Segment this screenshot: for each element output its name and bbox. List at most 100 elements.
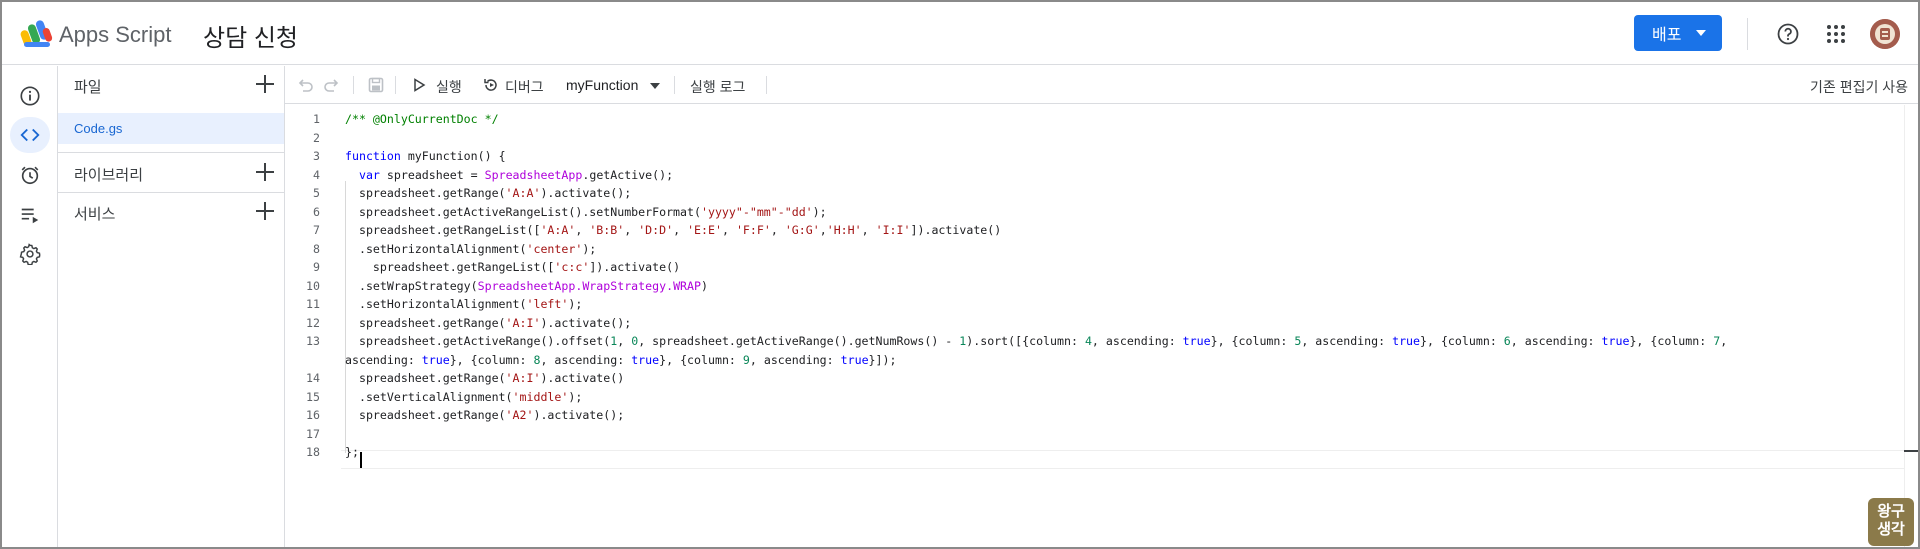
line-number: 8: [313, 241, 320, 256]
code-line[interactable]: 18};: [285, 443, 1918, 461]
save-icon[interactable]: [367, 76, 385, 94]
text-cursor: [360, 452, 362, 468]
line-number: 18: [306, 445, 320, 459]
rail-settings[interactable]: [10, 236, 50, 272]
code-icon: [20, 128, 40, 142]
left-nav-rail: [2, 66, 58, 547]
code-text: };: [345, 445, 359, 459]
editor-toolbar: 실행 디버그 myFunction 실행 로그 기존 편집기 사용: [285, 66, 1918, 104]
code-line[interactable]: ascending: true}, {column: 8, ascending:…: [285, 351, 1918, 369]
gear-icon: [19, 243, 41, 265]
code-line[interactable]: 1 /** @OnlyCurrentDoc */: [285, 110, 1918, 128]
code-line[interactable]: 12 spreadsheet.getRange('A:I').activate(…: [285, 314, 1918, 332]
alarm-icon: [21, 166, 39, 185]
toolbar-divider: [395, 76, 396, 94]
file-name: Code.gs: [74, 121, 123, 136]
channel-watermark: 왕구 생각: [1868, 498, 1914, 546]
app-header: Apps Script 상담 신청 배포: [2, 2, 1918, 65]
code-line[interactable]: 8 .setHorizontalAlignment('center');: [285, 240, 1918, 258]
rail-overview[interactable]: [10, 78, 50, 114]
code-text: .setHorizontalAlignment('left');: [345, 297, 583, 311]
chevron-down-icon[interactable]: [650, 83, 660, 89]
execution-log-button[interactable]: 실행 로그: [690, 77, 745, 97]
code-line[interactable]: 13 spreadsheet.getActiveRange().offset(1…: [285, 332, 1918, 350]
chevron-down-icon: [1696, 30, 1706, 36]
line-number: 17: [306, 426, 320, 441]
code-text: spreadsheet.getActiveRange().offset(1, 0…: [345, 334, 1728, 348]
line-number: 6: [313, 204, 320, 219]
add-library-icon[interactable]: [255, 162, 275, 182]
info-icon: [20, 86, 40, 106]
code-line[interactable]: 5 spreadsheet.getRange('A:A').activate()…: [285, 184, 1918, 202]
watermark-line2: 생각: [1877, 521, 1905, 538]
toolbar-divider: [353, 76, 354, 94]
file-item-code-gs[interactable]: Code.gs: [58, 113, 284, 144]
watermark-line1: 왕구: [1877, 503, 1905, 520]
line-number: 10: [306, 278, 320, 293]
line-number: 12: [306, 315, 320, 330]
line-number: 2: [313, 130, 320, 145]
rail-executions[interactable]: [10, 197, 50, 233]
services-label: 서비스: [74, 206, 116, 223]
add-file-icon[interactable]: [255, 74, 275, 94]
run-button[interactable]: 실행: [436, 77, 462, 97]
line-number: 7: [313, 223, 320, 237]
code-text: spreadsheet.getRange('A:A').activate();: [345, 186, 632, 200]
code-text: ascending: true}, {column: 8, ascending:…: [345, 352, 897, 367]
code-line[interactable]: 4 var spreadsheet = SpreadsheetApp.getAc…: [285, 166, 1918, 184]
brand-name[interactable]: Apps Script: [59, 22, 172, 48]
code-text: var spreadsheet = SpreadsheetApp.getActi…: [358, 167, 674, 182]
deploy-label: 배포: [1652, 27, 1682, 44]
help-icon[interactable]: [1776, 22, 1800, 46]
code-line[interactable]: 2: [285, 129, 1918, 147]
code-line[interactable]: 9 spreadsheet.getRangeList(['c:c']).acti…: [285, 258, 1918, 276]
code-text: function myFunction() {: [345, 149, 506, 163]
toolbar-divider: [674, 76, 675, 94]
executions-icon: [21, 208, 39, 224]
code-line[interactable]: 14 spreadsheet.getRange('A:I').activate(…: [285, 369, 1918, 387]
undo-icon[interactable]: [296, 76, 314, 94]
project-title[interactable]: 상담 신청: [203, 18, 298, 53]
code-line[interactable]: 7 spreadsheet.getRangeList(['A:A', 'B:B'…: [285, 221, 1918, 239]
code-line[interactable]: 16 spreadsheet.getRange('A2').activate()…: [285, 406, 1918, 424]
debug-button[interactable]: 디버그: [505, 77, 544, 97]
legacy-editor-link[interactable]: 기존 편집기 사용: [1810, 77, 1908, 97]
run-icon[interactable]: [410, 76, 428, 94]
line-number: 9: [313, 260, 320, 274]
code-line[interactable]: 11 .setHorizontalAlignment('left');: [285, 295, 1918, 313]
code-editor[interactable]: 1 /** @OnlyCurrentDoc */ 2 3 function myFunc…: [285, 105, 1918, 547]
line-number: 1: [313, 112, 320, 126]
debug-icon[interactable]: [482, 76, 500, 94]
line-number: 14: [306, 371, 320, 385]
function-select[interactable]: myFunction: [566, 77, 638, 93]
rail-triggers[interactable]: [10, 157, 50, 193]
code-line[interactable]: 17: [285, 425, 1918, 443]
code-text: spreadsheet.getRange('A2').activate();: [345, 408, 625, 422]
apps-grid-icon[interactable]: [1826, 24, 1846, 44]
libraries-label: 라이브러리: [74, 167, 144, 184]
add-service-icon[interactable]: [255, 201, 275, 221]
avatar[interactable]: [1870, 19, 1900, 49]
code-line[interactable]: 6 spreadsheet.getActiveRangeList().setNu…: [285, 203, 1918, 221]
code-text: .setWrapStrategy(SpreadsheetApp.WrapStra…: [345, 278, 708, 293]
apps-script-logo-icon: [20, 20, 53, 47]
code-line[interactable]: 15 .setVerticalAlignment('middle');: [285, 388, 1918, 406]
line-number: 3: [313, 149, 320, 163]
code-text: /** @OnlyCurrentDoc */: [345, 112, 499, 126]
code-text: .setVerticalAlignment('middle');: [345, 389, 583, 404]
code-text: spreadsheet.getRange('A:I').activate();: [345, 315, 632, 330]
line-number: 11: [306, 297, 320, 311]
redo-icon[interactable]: [323, 76, 341, 94]
line-number: 15: [306, 389, 320, 404]
libraries-section-header: 라이브러리: [58, 154, 285, 192]
deploy-button[interactable]: 배포: [1634, 15, 1722, 51]
rail-editor[interactable]: [10, 117, 50, 153]
code-line[interactable]: 10 .setWrapStrategy(SpreadsheetApp.WrapS…: [285, 277, 1918, 295]
line-number: 5: [313, 186, 320, 200]
code-text: spreadsheet.getRange('A:I').activate(): [345, 371, 625, 385]
files-section-header: 파일: [58, 66, 285, 104]
code-text: spreadsheet.getActiveRangeList().setNumb…: [345, 204, 827, 219]
toolbar-divider: [766, 76, 767, 94]
code-text: spreadsheet.getRangeList(['A:A', 'B:B', …: [345, 223, 1002, 237]
code-line[interactable]: 3 function myFunction() {: [285, 147, 1918, 165]
